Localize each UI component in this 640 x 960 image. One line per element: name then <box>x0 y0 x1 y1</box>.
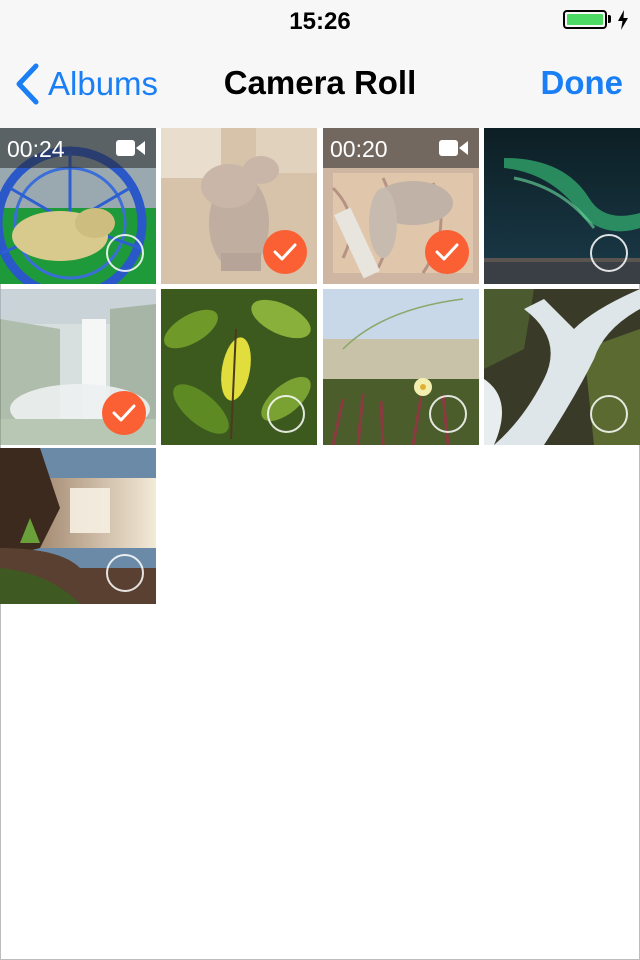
battery-icon <box>563 10 607 29</box>
photo-cell[interactable]: 00:20 <box>323 128 479 284</box>
selection-circle <box>590 234 628 272</box>
selection-circle <box>106 234 144 272</box>
photo-cell[interactable]: 00:24 <box>0 128 156 284</box>
checkmark-icon <box>112 404 136 422</box>
photo-cell[interactable] <box>161 289 317 445</box>
charging-bolt-icon <box>618 10 628 30</box>
chevron-left-icon <box>16 63 39 105</box>
done-button[interactable]: Done <box>541 64 624 102</box>
photo-cell[interactable] <box>484 128 640 284</box>
status-bar: 15:26 <box>0 0 640 40</box>
photo-cell[interactable] <box>484 289 640 445</box>
selected-check-badge <box>102 391 146 435</box>
photo-cell[interactable] <box>323 289 479 445</box>
photo-cell[interactable] <box>161 128 317 284</box>
selection-circle <box>429 395 467 433</box>
photo-cell[interactable] <box>0 289 156 445</box>
back-button[interactable]: Albums <box>14 62 158 106</box>
back-button-label: Albums <box>48 65 159 102</box>
video-duration: 00:20 <box>330 136 388 162</box>
selected-check-badge <box>425 230 469 274</box>
photo-cell[interactable] <box>0 448 156 604</box>
video-camera-icon <box>439 140 468 156</box>
battery-tip <box>608 15 611 23</box>
video-camera-icon <box>116 140 145 156</box>
selection-circle <box>106 554 144 592</box>
video-info-bar: 00:20 <box>323 128 479 168</box>
navigation-bar: Albums Camera Roll Done <box>0 40 640 128</box>
battery-fill <box>567 14 603 25</box>
video-info-bar: 00:24 <box>0 128 156 168</box>
selection-circle <box>590 395 628 433</box>
selection-circle <box>267 395 305 433</box>
video-duration: 00:24 <box>7 136 65 162</box>
checkmark-icon <box>273 243 297 261</box>
status-clock: 15:26 <box>289 8 351 35</box>
selected-check-badge <box>263 230 307 274</box>
checkmark-icon <box>435 243 459 261</box>
